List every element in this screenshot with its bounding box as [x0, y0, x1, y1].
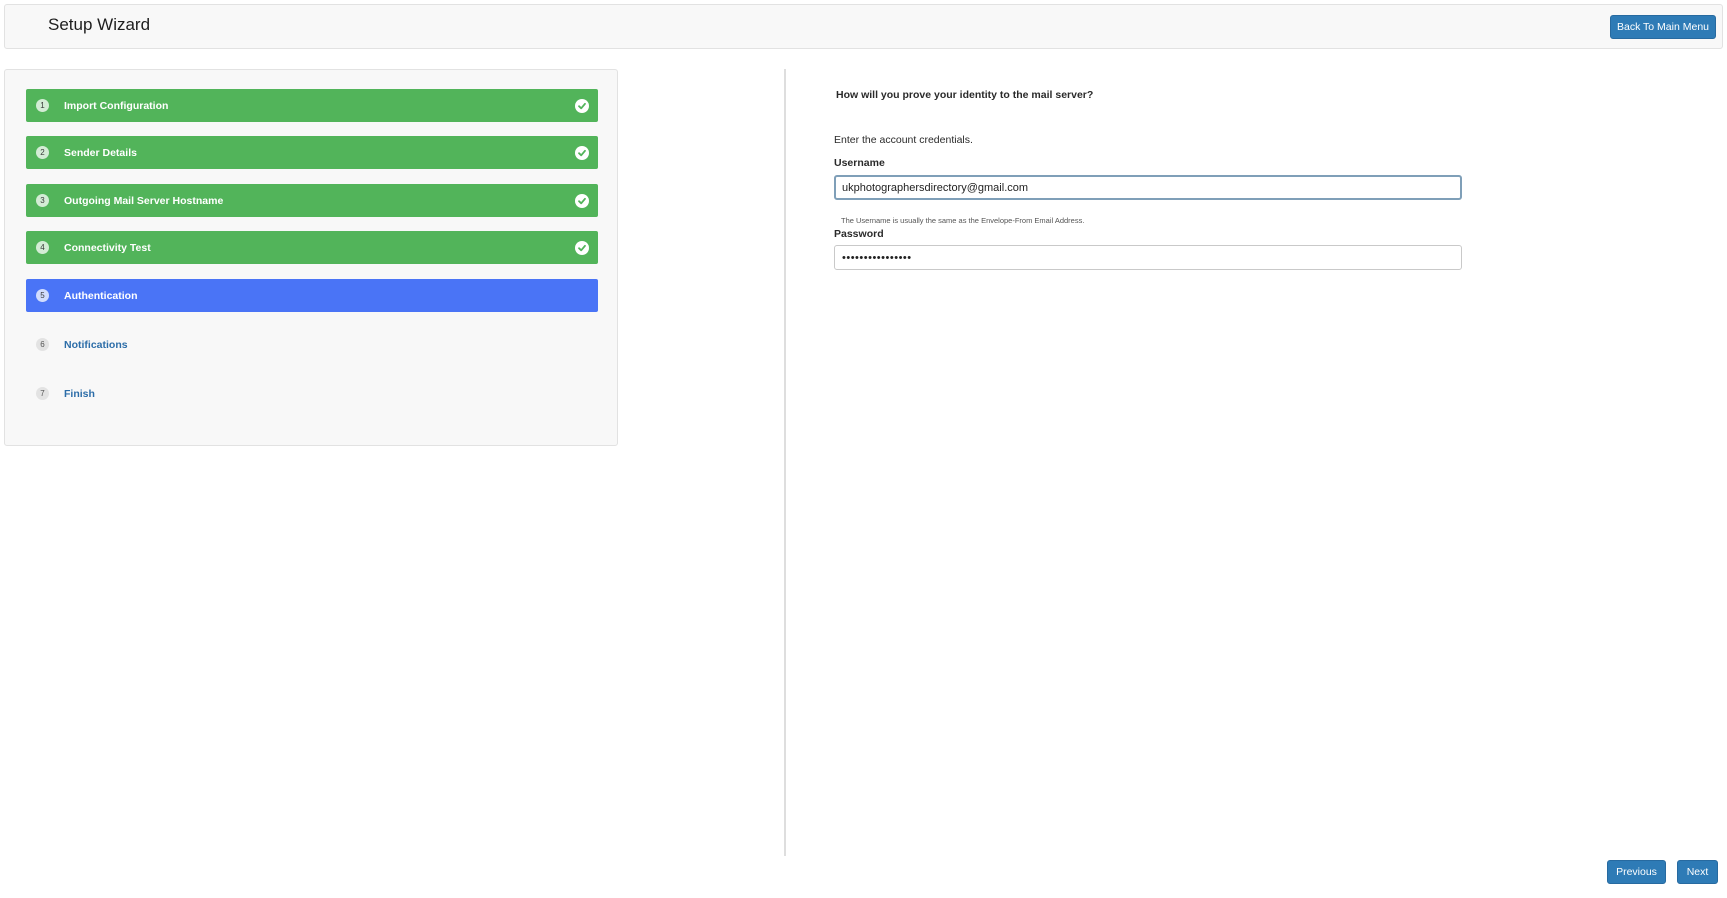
next-button[interactable]: Next [1677, 860, 1718, 884]
check-circle-icon [575, 193, 589, 208]
vertical-divider [784, 69, 786, 856]
step-label: Sender Details [64, 146, 137, 159]
previous-button[interactable]: Previous [1607, 860, 1666, 884]
password-input[interactable] [834, 245, 1462, 270]
step-connectivity-test[interactable]: 4 Connectivity Test [26, 231, 598, 264]
step-outgoing-mail-server-hostname[interactable]: 3 Outgoing Mail Server Hostname [26, 184, 598, 217]
check-circle-icon [575, 98, 589, 113]
step-number-badge: 6 [36, 338, 49, 351]
step-sender-details[interactable]: 2 Sender Details [26, 136, 598, 169]
username-input[interactable] [834, 175, 1462, 200]
form-question: How will you prove your identity to the … [836, 89, 1094, 101]
back-to-main-menu-button[interactable]: Back To Main Menu [1610, 15, 1716, 39]
step-number-badge: 3 [36, 194, 49, 207]
step-label: Outgoing Mail Server Hostname [64, 194, 224, 207]
step-finish[interactable]: 7 Finish [26, 377, 598, 410]
form-intro: Enter the account credentials. [834, 134, 973, 146]
step-number-badge: 4 [36, 241, 49, 254]
username-label: Username [834, 157, 885, 169]
step-label: Connectivity Test [64, 241, 151, 254]
step-import-configuration[interactable]: 1 Import Configuration [26, 89, 598, 122]
step-number-badge: 7 [36, 387, 49, 400]
step-number-badge: 1 [36, 99, 49, 112]
step-notifications[interactable]: 6 Notifications [26, 328, 598, 361]
password-label: Password [834, 228, 884, 240]
step-label: Notifications [64, 338, 128, 351]
step-label: Import Configuration [64, 99, 169, 112]
step-label: Finish [64, 387, 95, 400]
step-number-badge: 2 [36, 146, 49, 159]
step-number-badge: 5 [36, 289, 49, 302]
page-header: Setup Wizard [4, 4, 1723, 49]
wizard-steps-panel: 1 Import Configuration 2 Sender Details … [4, 69, 618, 446]
check-circle-icon [575, 240, 589, 255]
page-title: Setup Wizard [48, 15, 151, 34]
username-help-text: The Username is usually the same as the … [841, 216, 1085, 225]
step-label: Authentication [64, 289, 138, 302]
check-circle-icon [575, 145, 589, 160]
step-authentication[interactable]: 5 Authentication [26, 279, 598, 312]
